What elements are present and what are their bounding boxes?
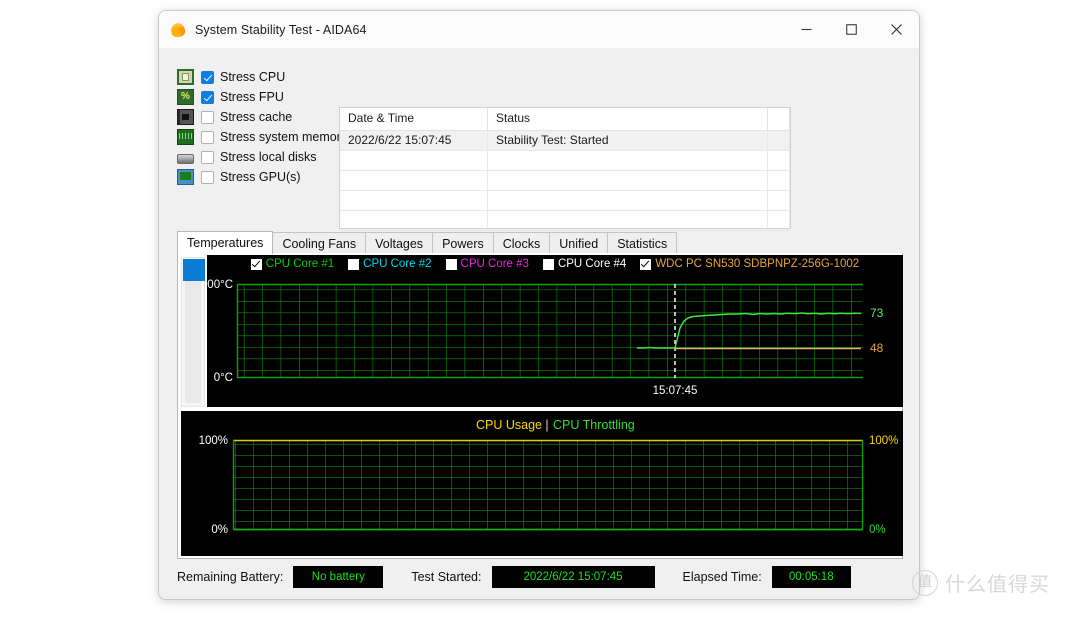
event-log-list[interactable]: Date & Time Status 2022/6/22 15:07:45 St…: [339, 107, 791, 231]
gpu-monitor-icon: [177, 169, 194, 185]
log-cell-status: [488, 191, 768, 211]
stress-cpu-label: Stress CPU: [220, 70, 286, 84]
cpu-usage-plot: CPU Usage | CPU Throttling 100% 0% 100% …: [199, 418, 899, 536]
stress-option-gpu[interactable]: Stress GPU(s): [177, 167, 342, 187]
stress-cache-label: Stress cache: [220, 110, 293, 124]
cpu-title-separator: |: [545, 418, 548, 432]
stress-option-cpu[interactable]: Stress CPU: [177, 67, 342, 87]
remaining-battery-label: Remaining Battery:: [177, 570, 284, 584]
cpu-left-top-label: 100%: [199, 435, 228, 447]
elapsed-time-label: Elapsed Time:: [682, 570, 762, 584]
remaining-battery-value: No battery: [293, 566, 384, 588]
tab-clocks[interactable]: Clocks: [492, 232, 551, 254]
hard-disk-icon: [177, 153, 194, 164]
tab-voltages[interactable]: Voltages: [365, 232, 434, 254]
stress-memory-checkbox[interactable]: [201, 130, 214, 144]
stress-memory-label: Stress system memory: [220, 130, 348, 144]
tab-temperatures[interactable]: Temperatures: [177, 231, 274, 254]
table-row[interactable]: [340, 151, 790, 171]
temperature-scrollbar[interactable]: [181, 257, 205, 407]
log-cell-status: [488, 151, 768, 171]
log-header-row: Date & Time Status: [340, 108, 790, 131]
log-cell-datetime: 2022/6/22 15:07:45: [340, 131, 488, 151]
scrollbar-thumb[interactable]: [183, 259, 205, 281]
maximize-icon[interactable]: [829, 11, 874, 48]
temp-y-bottom-label: 0°C: [214, 372, 233, 384]
status-row: Remaining Battery: No battery Test Start…: [177, 563, 903, 591]
stress-cache-checkbox[interactable]: [201, 110, 214, 124]
watermark: 值 什么值得买: [912, 568, 1050, 597]
temperature-chart: CPU Core #1 CPU Core #2 CPU Core #3 CPU …: [207, 255, 903, 407]
stress-option-memory[interactable]: Stress system memory: [177, 127, 347, 147]
stress-disks-label: Stress local disks: [220, 150, 317, 164]
cache-chip-icon: [177, 109, 194, 125]
cpu-usage-title: CPU Usage: [476, 418, 542, 432]
stress-option-disks[interactable]: Stress local disks: [177, 147, 342, 167]
temperature-plot: 100°C 0°C 73 48 15:07:45: [207, 279, 884, 397]
aida64-flame-icon: [169, 21, 187, 39]
tab-unified[interactable]: Unified: [549, 232, 609, 254]
log-cell-filler: [768, 211, 790, 231]
stress-gpu-label: Stress GPU(s): [220, 170, 301, 184]
log-cell-datetime: [340, 211, 488, 231]
stress-options-panel: Stress CPU % Stress FPU Stress cache Str…: [177, 67, 347, 187]
log-cell-datetime: [340, 151, 488, 171]
stress-fpu-label: Stress FPU: [220, 90, 284, 104]
log-cell-filler: [768, 191, 790, 211]
log-column-status[interactable]: Status: [488, 108, 768, 130]
log-cell-filler: [768, 171, 790, 191]
stress-cpu-checkbox[interactable]: [201, 70, 214, 84]
log-cell-filler: [768, 131, 790, 151]
log-cell-status: [488, 211, 768, 231]
watermark-text: 什么值得买: [945, 572, 1050, 596]
tab-strip: Temperatures Cooling Fans Voltages Power…: [177, 231, 903, 255]
log-column-datetime[interactable]: Date & Time: [340, 108, 488, 130]
log-cell-datetime: [340, 171, 488, 191]
stress-disks-checkbox[interactable]: [201, 150, 214, 164]
cpu-left-bottom-label: 0%: [211, 524, 228, 536]
aida64-stability-window: System Stability Test - AIDA64 Stress CP…: [158, 10, 920, 600]
temp-value-cpu: 73: [870, 306, 884, 320]
watermark-logo-icon: 值: [912, 569, 938, 596]
table-row[interactable]: 2022/6/22 15:07:45 Stability Test: Start…: [340, 131, 790, 151]
test-started-label: Test Started:: [411, 570, 482, 584]
table-row[interactable]: [340, 211, 790, 231]
screen-root: System Stability Test - AIDA64 Stress CP…: [0, 0, 1080, 618]
tab-statistics[interactable]: Statistics: [607, 232, 678, 254]
test-started-value: 2022/6/22 15:07:45: [491, 566, 655, 588]
client-area: Stress CPU % Stress FPU Stress cache Str…: [159, 49, 919, 599]
log-cell-status: [488, 171, 768, 191]
window-controls: [784, 11, 919, 48]
scrollbar-track[interactable]: [185, 261, 201, 403]
table-row[interactable]: [340, 171, 790, 191]
stress-fpu-checkbox[interactable]: [201, 90, 214, 104]
minimize-icon[interactable]: [784, 11, 829, 48]
close-icon[interactable]: [874, 11, 919, 48]
elapsed-time-value: 00:05:18: [771, 566, 851, 588]
cpu-right-bottom-label: 0%: [869, 524, 886, 536]
stress-gpu-checkbox[interactable]: [201, 170, 214, 184]
stress-option-cache[interactable]: Stress cache: [177, 107, 342, 127]
title-bar: System Stability Test - AIDA64: [159, 11, 919, 49]
log-cell-datetime: [340, 191, 488, 211]
log-column-filler: [768, 108, 790, 130]
table-row[interactable]: [340, 191, 790, 211]
temp-x-marker-label: 15:07:45: [653, 385, 698, 397]
cpu-throttling-title: CPU Throttling: [553, 418, 635, 432]
cpu-chip-icon: [177, 69, 194, 85]
log-cell-filler: [768, 151, 790, 171]
window-title: System Stability Test - AIDA64: [195, 22, 367, 37]
log-cell-status: Stability Test: Started: [488, 131, 768, 151]
temp-y-top-label: 100°C: [207, 279, 233, 291]
cpu-usage-chart: CPU Usage | CPU Throttling 100% 0% 100% …: [181, 411, 903, 556]
memory-module-icon: [177, 129, 194, 145]
cpu-right-top-label: 100%: [869, 435, 898, 447]
stress-option-fpu[interactable]: % Stress FPU: [177, 87, 342, 107]
tab-powers[interactable]: Powers: [432, 232, 494, 254]
tab-cooling-fans[interactable]: Cooling Fans: [272, 232, 367, 254]
temp-value-storage: 48: [870, 341, 884, 355]
fpu-percent-icon: %: [177, 89, 194, 105]
